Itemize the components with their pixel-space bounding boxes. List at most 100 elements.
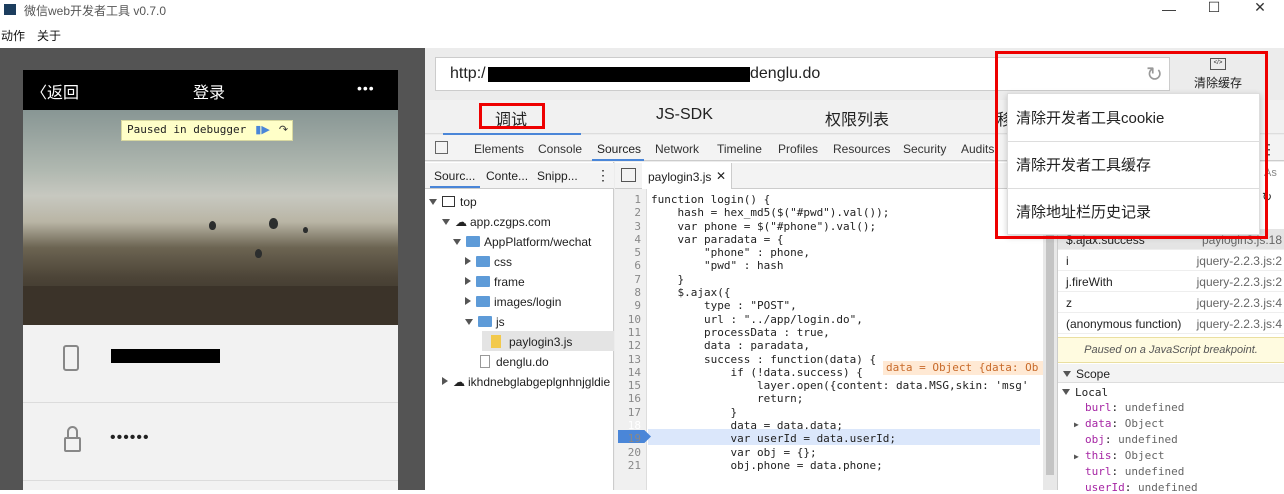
scope-local[interactable]: Local [1062,386,1108,399]
phone-screen: 〈返回 登录 ••• Paused in debugger ▮▶ ↷ •••••… [23,70,398,490]
scope-variable[interactable]: ▶ data: Object [1074,417,1165,430]
code-text: $.ajax({ [651,286,731,300]
tab-jssdk[interactable]: JS-SDK [656,106,713,124]
more-icon[interactable]: ••• [357,80,375,96]
tab-timeline[interactable]: Timeline [717,142,762,156]
toggle-navigator-icon[interactable] [621,168,636,182]
file-tab[interactable]: paylogin3.js ✕ [642,163,732,189]
nav-tab-snippets[interactable]: Snipp... [537,169,578,183]
scope-key: data [1085,417,1112,430]
close-button[interactable]: ✕ [1237,0,1283,16]
nav-tab-content[interactable]: Conte... [486,169,528,183]
hero-image [23,110,398,325]
nav-tab-sources[interactable]: Sourc... [434,169,475,183]
phone-value-redacted [111,349,220,363]
line-number[interactable]: 11 [615,326,647,339]
line-number[interactable]: 13 [615,353,647,366]
password-input-row[interactable]: •••••• [23,403,398,481]
tree-item-extension[interactable]: ☁ ikhdnebglabgeplgnhnjgldie [442,375,614,389]
line-number[interactable]: 19 [615,432,647,445]
line-number[interactable]: 15 [615,379,647,392]
navigator-pane [425,162,614,490]
tab-network[interactable]: Network [655,142,699,156]
line-number[interactable]: 5 [615,246,647,259]
nav-tab-underline [430,186,480,188]
maximize-button[interactable]: ☐ [1191,0,1237,16]
scope-key: obj [1085,433,1105,446]
menu-about[interactable]: 关于 [37,27,61,44]
tree-item-denglu[interactable]: denglu.do [480,355,549,369]
step-over-icon[interactable]: ↷ [279,123,288,136]
scope-variable[interactable]: userId: undefined [1074,481,1198,494]
call-frame[interactable]: z jquery-2.2.3.js:4 [1058,292,1284,313]
line-number[interactable]: 14 [615,366,647,379]
phone-input-row[interactable] [23,325,398,403]
line-number[interactable]: 2 [615,206,647,219]
call-frame-location: jquery-2.2.3.js:2 [1196,254,1282,268]
line-number[interactable]: 8 [615,286,647,299]
code-line: 11 processData : true, [615,326,1055,339]
call-frame[interactable]: (anonymous function) jquery-2.2.3.js:4 [1058,313,1284,334]
line-number[interactable]: 20 [615,446,647,459]
tab-security[interactable]: Security [903,142,946,156]
tab-console[interactable]: Console [538,142,582,156]
line-number[interactable]: 3 [615,220,647,233]
scope-variable[interactable]: ▶ this: Object [1074,449,1165,462]
tree-item-js[interactable]: js [465,315,505,329]
nav-kebab-icon[interactable]: ⋮ [596,167,610,184]
line-number[interactable]: 18 [615,419,647,432]
scope-header[interactable]: Scope [1058,364,1284,383]
minimize-button[interactable]: — [1146,2,1192,18]
tab-resources[interactable]: Resources [833,142,890,156]
url-suffix: denglu.do [750,65,821,82]
tab-sources[interactable]: Sources [597,142,641,156]
code-text: data : paradata, [651,339,810,353]
line-number[interactable]: 10 [615,313,647,326]
code-line: 9 type : "POST", [615,299,1055,312]
line-number[interactable]: 17 [615,406,647,419]
code-line: 12 data : paradata, [615,339,1055,352]
scope-variable[interactable]: turl: undefined [1074,465,1184,478]
expand-arrow-icon: ▶ [1074,420,1079,429]
tree-item-paylogin3[interactable]: paylogin3.js [491,335,572,349]
tree-item-css[interactable]: css [465,255,512,269]
tab-elements[interactable]: Elements [474,142,524,156]
menu-action[interactable]: 动作 [1,27,25,44]
folder-icon [466,236,480,247]
back-button[interactable]: 〈返回 [31,79,79,103]
code-text: data = data.data; [651,419,844,433]
line-number[interactable]: 16 [615,392,647,405]
tree-item-top[interactable]: top [429,195,477,209]
call-frame-location: jquery-2.2.3.js:4 [1196,317,1282,331]
tree-item-images[interactable]: images/login [465,295,561,309]
tab-permissions[interactable]: 权限列表 [825,106,889,130]
scope-variable[interactable]: obj: undefined [1074,433,1178,446]
scope-key: turl [1085,465,1112,478]
line-number[interactable]: 6 [615,259,647,272]
resume-icon[interactable]: ▮▶ [255,123,270,136]
call-frame[interactable]: j.fireWith jquery-2.2.3.js:2 [1058,271,1284,292]
scope-value: Object [1124,417,1165,430]
code-line: 1 function login() { [615,193,1055,206]
scope-value: Object [1124,449,1165,462]
tree-item-frame[interactable]: frame [465,275,525,289]
close-tab-icon[interactable]: ✕ [716,169,726,183]
line-number[interactable]: 9 [615,299,647,312]
line-number[interactable]: 1 [615,193,647,206]
code-text: processData : true, [651,325,830,339]
tab-audits[interactable]: Audits [961,142,994,156]
frame-icon [442,196,455,207]
line-number[interactable]: 12 [615,339,647,352]
inspect-icon[interactable] [435,141,448,154]
scope-key: this [1085,449,1112,462]
tree-item-domain[interactable]: ☁ app.czgps.com [442,215,551,229]
call-frame[interactable]: i jquery-2.2.3.js:2 [1058,250,1284,271]
line-number[interactable]: 7 [615,273,647,286]
tab-profiles[interactable]: Profiles [778,142,818,156]
scope-variable[interactable]: burl: undefined [1074,401,1184,414]
code-text: success : function(data) { [651,352,877,366]
highlight-box-dropdown [995,51,1268,239]
tree-item-app-folder[interactable]: AppPlatform/wechat [453,235,591,249]
line-number[interactable]: 4 [615,233,647,246]
line-number[interactable]: 21 [615,459,647,472]
